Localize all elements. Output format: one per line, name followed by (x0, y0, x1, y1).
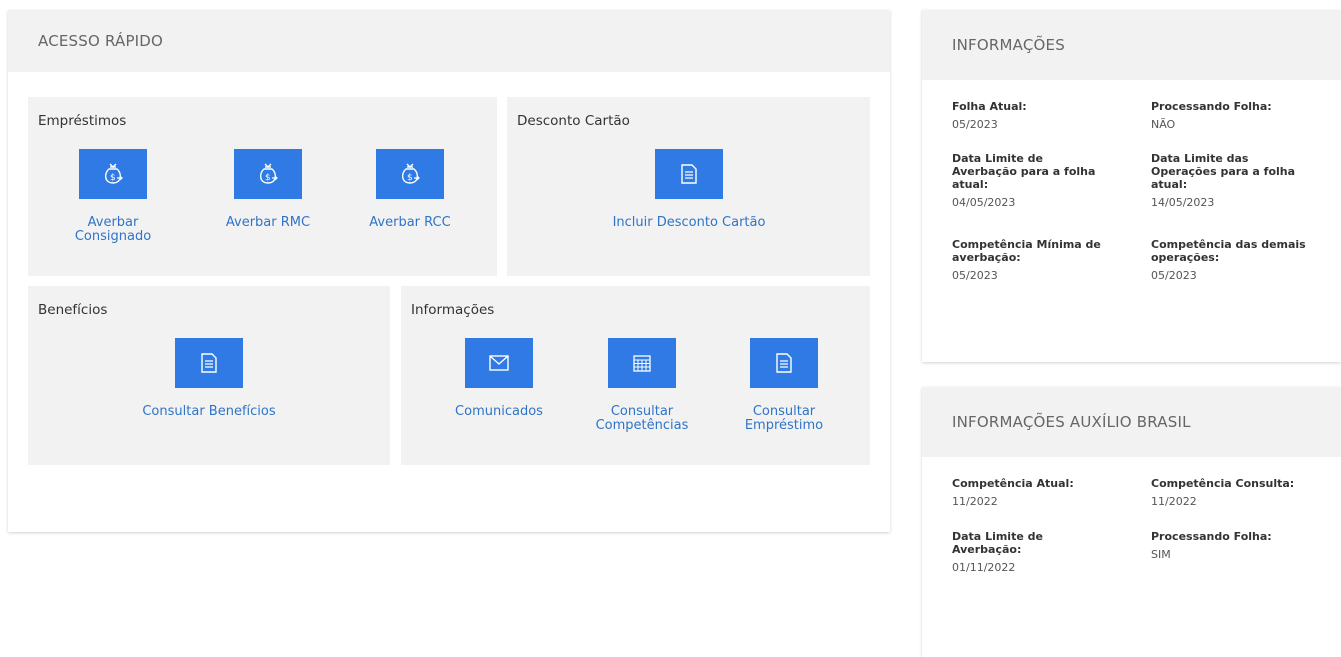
informacoes-grid: Folha Atual: 05/2023 Processando Folha: … (952, 100, 1332, 350)
comunicados-button[interactable] (465, 338, 533, 388)
consultar-beneficios-label[interactable]: Consultar Benefícios (142, 405, 275, 419)
info-item: Data Limite de Averbação: 01/11/2022 (952, 530, 1122, 574)
info-label: Competência Atual: (952, 477, 1074, 490)
calendar-icon (633, 355, 651, 372)
document-icon (776, 353, 792, 373)
informacoes-card-title: INFORMAÇÕES (922, 10, 1341, 80)
envelope-icon (489, 355, 509, 371)
info-label: Data Limite de Averbação: (952, 530, 1043, 556)
comunicados-tile[interactable]: Comunicados (439, 338, 559, 419)
informacoes-panel: Informações Comunicados Consultar Compet… (401, 286, 870, 465)
info-label: Competência Mínima de averbação: (952, 238, 1101, 264)
info-item: Processando Folha: SIM (1151, 530, 1321, 561)
info-item: Competência das demais operações: 05/202… (1151, 238, 1321, 282)
info-value: 05/2023 (952, 118, 998, 131)
svg-text:$: $ (407, 173, 413, 183)
averbar-rcc-tile[interactable]: $ Averbar RCC (350, 149, 470, 230)
consultar-beneficios-tile[interactable]: Consultar Benefícios (119, 338, 299, 419)
consultar-emprestimo-tile[interactable]: Consultar Empréstimo (724, 338, 844, 433)
consultar-emprestimo-label[interactable]: Consultar Empréstimo (745, 405, 823, 433)
info-value: 01/11/2022 (952, 561, 1016, 574)
auxilio-brasil-grid: Competência Atual: 11/2022 Competência C… (952, 477, 1332, 617)
info-label: Processando Folha: (1151, 530, 1272, 543)
info-value: 11/2022 (952, 495, 998, 508)
beneficios-panel: Benefícios Consultar Benefícios (28, 286, 390, 465)
informacoes-panel-title: Informações (411, 302, 495, 318)
averbar-consignado-tile[interactable]: $ Averbar Consignado (48, 149, 178, 244)
incluir-desconto-cartao-tile[interactable]: Incluir Desconto Cartão (599, 149, 779, 230)
incluir-desconto-cartao-label[interactable]: Incluir Desconto Cartão (613, 216, 766, 230)
info-item: Data Limite das Operações para a folha a… (1151, 152, 1321, 209)
averbar-rmc-button[interactable]: $ (234, 149, 302, 199)
desconto-cartao-title: Desconto Cartão (517, 113, 630, 129)
averbar-rmc-tile[interactable]: $ Averbar RMC (208, 149, 328, 230)
info-item: Competência Consulta: 11/2022 (1151, 477, 1321, 508)
consultar-beneficios-button[interactable] (175, 338, 243, 388)
quick-access-title: ACESSO RÁPIDO (8, 10, 890, 72)
info-label: Folha Atual: (952, 100, 1027, 113)
averbar-rcc-label[interactable]: Averbar RCC (369, 216, 450, 230)
info-value: NÃO (1151, 118, 1176, 131)
info-item: Competência Mínima de averbação: 05/2023 (952, 238, 1122, 282)
money-bag-icon: $ (401, 163, 420, 184)
informacoes-card: INFORMAÇÕES Folha Atual: 05/2023 Process… (922, 10, 1341, 362)
beneficios-title: Benefícios (38, 302, 108, 318)
money-bag-icon: $ (104, 163, 123, 184)
consultar-emprestimo-button[interactable] (750, 338, 818, 388)
info-value: 05/2023 (952, 269, 998, 282)
money-bag-icon: $ (259, 163, 278, 184)
document-icon (201, 353, 217, 373)
info-item: Competência Atual: 11/2022 (952, 477, 1122, 508)
averbar-rcc-button[interactable]: $ (376, 149, 444, 199)
consultar-competencias-tile[interactable]: Consultar Competências (582, 338, 702, 433)
auxilio-brasil-title: INFORMAÇÕES AUXÍLIO BRASIL (922, 387, 1341, 457)
averbar-consignado-button[interactable]: $ (79, 149, 147, 199)
averbar-consignado-label[interactable]: Averbar Consignado (48, 216, 178, 244)
averbar-rmc-label[interactable]: Averbar RMC (226, 216, 310, 230)
info-label: Competência Consulta: (1151, 477, 1295, 490)
info-label: Competência das demais operações: (1151, 238, 1306, 264)
desconto-cartao-panel: Desconto Cartão Incluir Desconto Cartão (507, 97, 870, 276)
info-value: 11/2022 (1151, 495, 1197, 508)
auxilio-brasil-card: INFORMAÇÕES AUXÍLIO BRASIL Competência A… (922, 387, 1341, 657)
svg-text:$: $ (265, 173, 271, 183)
info-label: Processando Folha: (1151, 100, 1272, 113)
info-label: Data Limite das Operações para a folha a… (1151, 152, 1296, 191)
info-item: Folha Atual: 05/2023 (952, 100, 1122, 131)
info-value: 05/2023 (1151, 269, 1197, 282)
emprestimos-title: Empréstimos (38, 113, 127, 129)
info-value: 14/05/2023 (1151, 196, 1215, 209)
incluir-desconto-cartao-button[interactable] (655, 149, 723, 199)
document-icon (681, 164, 697, 184)
emprestimos-panel: Empréstimos $ Averbar Consignado $ Averb… (28, 97, 497, 276)
info-value: 04/05/2023 (952, 196, 1016, 209)
info-item: Data Limite de Averbação para a folha at… (952, 152, 1122, 209)
consultar-competencias-button[interactable] (608, 338, 676, 388)
quick-access-card: ACESSO RÁPIDO Empréstimos $ Averbar Cons… (8, 10, 890, 532)
comunicados-label[interactable]: Comunicados (455, 405, 543, 419)
consultar-competencias-label[interactable]: Consultar Competências (596, 405, 689, 433)
info-item: Processando Folha: NÃO (1151, 100, 1321, 131)
svg-text:$: $ (110, 173, 116, 183)
info-value: SIM (1151, 548, 1171, 561)
info-label: Data Limite de Averbação para a folha at… (952, 152, 1096, 191)
